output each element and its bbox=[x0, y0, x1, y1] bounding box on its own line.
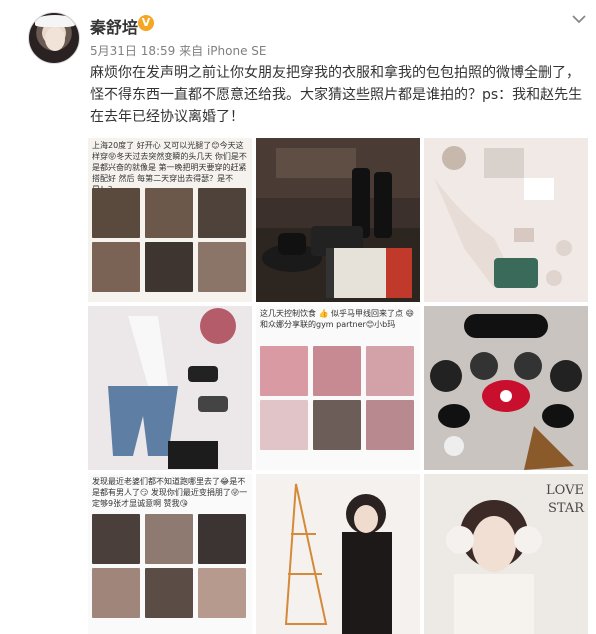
image-caption-7: 发现最近老婆们都不知道跑哪里去了😂是不是都有男人了😏 发现你们最近变捐朋了😜一定… bbox=[92, 477, 248, 508]
photo-thumb bbox=[313, 400, 361, 450]
photo-thumb bbox=[145, 568, 193, 618]
image-caption-1: 上海20度了 好开心 又可以光腿了😊今天这样穿😝冬天过去突然变瞬的头几天 你们是… bbox=[92, 141, 247, 194]
photo-thumb bbox=[313, 346, 361, 396]
grid-image-1[interactable]: 上海20度了 好开心 又可以光腿了😊今天这样穿😝冬天过去突然变瞬的头几天 你们是… bbox=[88, 138, 252, 302]
post-meta: 5月31日 18:59 来自 iPhone SE bbox=[90, 42, 266, 59]
flatlay-photo bbox=[424, 138, 588, 302]
grid-image-9[interactable]: LOVE STAR bbox=[424, 474, 588, 634]
avatar-hat bbox=[35, 15, 75, 27]
avatar-face bbox=[45, 27, 65, 51]
photo-thumb bbox=[92, 188, 140, 238]
poster-text: LOVE STAR bbox=[546, 483, 584, 516]
photo-thumb bbox=[145, 242, 193, 292]
tower-portrait-photo bbox=[256, 474, 420, 634]
photo-thumb bbox=[198, 514, 246, 564]
photo-thumb bbox=[260, 400, 308, 450]
photo-thumb bbox=[145, 514, 193, 564]
photo-thumb bbox=[198, 568, 246, 618]
photo-thumb bbox=[198, 188, 246, 238]
post-date[interactable]: 5月31日 18:59 bbox=[90, 44, 175, 58]
outfit-photo bbox=[88, 306, 252, 470]
image-caption-5: 这几天控制饮食 👍 似乎马甲线回来了点 😄和众娜分享联的gym partner😊… bbox=[260, 309, 414, 329]
grid-image-3[interactable] bbox=[424, 138, 588, 302]
photo-thumb bbox=[92, 514, 140, 564]
username[interactable]: 秦舒培 bbox=[90, 14, 138, 38]
photo-thumb bbox=[260, 346, 308, 396]
photo-thumb bbox=[366, 346, 414, 396]
image-grid: 上海20度了 好开心 又可以光腿了😊今天这样穿😝冬天过去突然变瞬的头几天 你们是… bbox=[88, 138, 590, 634]
headphones-photo bbox=[424, 306, 588, 470]
boots-bag-photo bbox=[256, 138, 420, 302]
photo-thumb bbox=[92, 568, 140, 618]
weibo-post-card: 秦舒培 V 5月31日 18:59 来自 iPhone SE 麻烦你在发声明之前… bbox=[0, 0, 596, 634]
verified-badge-icon: V bbox=[138, 15, 154, 31]
grid-image-6[interactable] bbox=[424, 306, 588, 470]
grid-image-8[interactable] bbox=[256, 474, 420, 634]
photo-thumb bbox=[145, 188, 193, 238]
grid-image-2[interactable] bbox=[256, 138, 420, 302]
post-text: 麻烦你在发声明之前让你女朋友把穿我的衣服和拿我的包包拍照的微博全删了，怪不得东西… bbox=[90, 65, 583, 125]
grid-image-4[interactable] bbox=[88, 306, 252, 470]
photo-thumb bbox=[92, 242, 140, 292]
photo-thumb bbox=[366, 400, 414, 450]
chevron-down-icon[interactable] bbox=[570, 10, 588, 28]
avatar[interactable] bbox=[28, 12, 80, 64]
photo-thumb bbox=[198, 242, 246, 292]
grid-image-7[interactable]: 发现最近老婆们都不知道跑哪里去了😂是不是都有男人了😏 发现你们最近变捐朋了😜一定… bbox=[88, 474, 252, 634]
post-source: 来自 iPhone SE bbox=[179, 44, 267, 58]
grid-image-5[interactable]: 这几天控制饮食 👍 似乎马甲线回来了点 😄和众娜分享联的gym partner😊… bbox=[256, 306, 420, 470]
